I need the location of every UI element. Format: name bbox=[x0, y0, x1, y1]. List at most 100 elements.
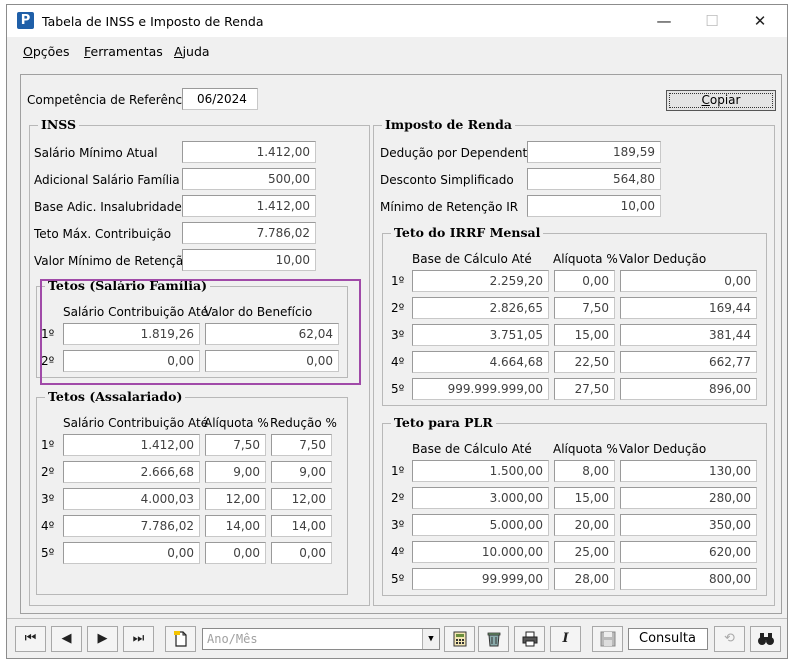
close-button[interactable]: ✕ bbox=[737, 5, 783, 37]
plr-aliquota-field[interactable]: 8,00 bbox=[554, 460, 615, 482]
assalariado-reducao-field[interactable]: 12,00 bbox=[271, 488, 332, 510]
highlight-frame bbox=[40, 279, 361, 385]
irrf-deducao-field[interactable]: 0,00 bbox=[620, 270, 757, 292]
irrf-deducao-field[interactable]: 662,77 bbox=[620, 351, 757, 373]
plr-base-field[interactable]: 5.000,00 bbox=[412, 514, 549, 536]
assalariado-aliquota-field[interactable]: 7,50 bbox=[205, 434, 266, 456]
save-button[interactable] bbox=[592, 626, 623, 652]
irrf-deducao-field[interactable]: 896,00 bbox=[620, 378, 757, 400]
assalariado-reducao-field[interactable]: 9,00 bbox=[271, 461, 332, 483]
plr-base-field[interactable]: 3.000,00 bbox=[412, 487, 549, 509]
imposto-renda-group: Imposto de Renda Dedução por Dependente … bbox=[373, 117, 775, 606]
assalariado-aliquota-field[interactable]: 14,00 bbox=[205, 515, 266, 537]
last-record-button[interactable]: ⏭ bbox=[123, 626, 154, 652]
menu-ferramentas[interactable]: Ferramentas bbox=[84, 44, 163, 59]
assalariado-aliquota-field[interactable]: 12,00 bbox=[205, 488, 266, 510]
inss-field[interactable]: 500,00 bbox=[182, 168, 316, 190]
assalariado-aliquota-field[interactable]: 0,00 bbox=[205, 542, 266, 564]
ir-field[interactable]: 10,00 bbox=[527, 195, 661, 217]
tetos-assalariado-title: Tetos (Assalariado) bbox=[45, 389, 186, 404]
imposto-renda-title: Imposto de Renda bbox=[382, 117, 515, 132]
search-button[interactable] bbox=[750, 626, 781, 652]
irrf-deducao-field[interactable]: 169,44 bbox=[620, 297, 757, 319]
inss-field[interactable]: 1.412,00 bbox=[182, 195, 316, 217]
assalariado-salario-field[interactable]: 2.666,68 bbox=[63, 461, 200, 483]
calculator-button[interactable] bbox=[444, 626, 475, 652]
irrf-deducao-field[interactable]: 381,44 bbox=[620, 324, 757, 346]
tetos-assalariado-group: Tetos (Assalariado) Salário Contribuição… bbox=[36, 389, 348, 595]
irrf-aliquota-field[interactable]: 22,50 bbox=[554, 351, 615, 373]
minimize-button[interactable]: — bbox=[641, 5, 687, 37]
trash-icon bbox=[487, 632, 500, 647]
row-number: 4º bbox=[391, 355, 405, 369]
irrf-aliquota-field[interactable]: 15,00 bbox=[554, 324, 615, 346]
assalariado-salario-field[interactable]: 7.786,02 bbox=[63, 515, 200, 537]
undo-button[interactable]: ⟲ bbox=[714, 626, 745, 652]
inss-field[interactable]: 1.412,00 bbox=[182, 141, 316, 163]
inss-field[interactable]: 10,00 bbox=[182, 249, 316, 271]
prev-record-button[interactable]: ◀ bbox=[51, 626, 82, 652]
row-number: 5º bbox=[41, 546, 55, 560]
irrf-aliquota-field[interactable]: 27,50 bbox=[554, 378, 615, 400]
plr-aliquota-field[interactable]: 15,00 bbox=[554, 487, 615, 509]
periodo-combo[interactable]: Ano/Mês ▼ bbox=[202, 628, 440, 650]
assalariado-salario-field[interactable]: 0,00 bbox=[63, 542, 200, 564]
plr-base-field[interactable]: 99.999,00 bbox=[412, 568, 549, 590]
menu-opcoes[interactable]: Opções bbox=[23, 44, 70, 59]
irrf-aliquota-field[interactable]: 7,50 bbox=[554, 297, 615, 319]
row-number: 3º bbox=[391, 328, 405, 342]
irrf-base-field[interactable]: 2.259,20 bbox=[412, 270, 549, 292]
ir-field[interactable]: 189,59 bbox=[527, 141, 661, 163]
inss-title: INSS bbox=[38, 117, 80, 132]
irrf-base-field[interactable]: 3.751,05 bbox=[412, 324, 549, 346]
ir-field[interactable]: 564,80 bbox=[527, 168, 661, 190]
assalariado-reducao-field[interactable]: 7,50 bbox=[271, 434, 332, 456]
irrf-base-field[interactable]: 4.664,68 bbox=[412, 351, 549, 373]
plr-deducao-field[interactable]: 800,00 bbox=[620, 568, 757, 590]
plr-base-field[interactable]: 10.000,00 bbox=[412, 541, 549, 563]
italic-button[interactable]: I bbox=[550, 626, 581, 652]
inss-label: Salário Mínimo Atual bbox=[34, 146, 158, 160]
competencia-field[interactable]: 06/2024 bbox=[182, 88, 258, 110]
plr-aliquota-field[interactable]: 25,00 bbox=[554, 541, 615, 563]
plr-aliquota-field[interactable]: 20,00 bbox=[554, 514, 615, 536]
row-number: 4º bbox=[391, 545, 405, 559]
delete-button[interactable] bbox=[478, 626, 509, 652]
chevron-down-icon[interactable]: ▼ bbox=[422, 629, 439, 649]
new-document-icon bbox=[173, 631, 187, 647]
inss-field[interactable]: 7.786,02 bbox=[182, 222, 316, 244]
column-header: Alíquota % bbox=[553, 252, 618, 266]
save-icon bbox=[600, 631, 615, 647]
first-record-button[interactable]: ⏮ bbox=[15, 626, 46, 652]
print-button[interactable] bbox=[514, 626, 545, 652]
new-record-button[interactable] bbox=[165, 626, 196, 652]
column-header: Valor Dedução bbox=[619, 252, 707, 266]
plr-deducao-field[interactable]: 350,00 bbox=[620, 514, 757, 536]
irrf-base-field[interactable]: 2.826,65 bbox=[412, 297, 549, 319]
row-number: 2º bbox=[391, 491, 405, 505]
assalariado-aliquota-field[interactable]: 9,00 bbox=[205, 461, 266, 483]
title-bar: P Tabela de INSS e Imposto de Renda — ☐ … bbox=[7, 5, 787, 37]
maximize-button[interactable]: ☐ bbox=[689, 5, 735, 37]
main-window: P Tabela de INSS e Imposto de Renda — ☐ … bbox=[6, 4, 788, 659]
next-record-button[interactable]: ▶ bbox=[87, 626, 118, 652]
column-header: Base de Cálculo Até bbox=[412, 252, 532, 266]
column-header: Base de Cálculo Até bbox=[412, 442, 532, 456]
italic-icon: I bbox=[562, 631, 569, 646]
plr-deducao-field[interactable]: 280,00 bbox=[620, 487, 757, 509]
assalariado-reducao-field[interactable]: 14,00 bbox=[271, 515, 332, 537]
irrf-aliquota-field[interactable]: 0,00 bbox=[554, 270, 615, 292]
plr-deducao-field[interactable]: 620,00 bbox=[620, 541, 757, 563]
binoculars-icon bbox=[757, 633, 774, 645]
irrf-base-field[interactable]: 999.999.999,00 bbox=[412, 378, 549, 400]
assalariado-salario-field[interactable]: 4.000,03 bbox=[63, 488, 200, 510]
assalariado-reducao-field[interactable]: 0,00 bbox=[271, 542, 332, 564]
plr-base-field[interactable]: 1.500,00 bbox=[412, 460, 549, 482]
plr-aliquota-field[interactable]: 28,00 bbox=[554, 568, 615, 590]
assalariado-salario-field[interactable]: 1.412,00 bbox=[63, 434, 200, 456]
plr-deducao-field[interactable]: 130,00 bbox=[620, 460, 757, 482]
row-number: 1º bbox=[391, 464, 405, 478]
copy-button[interactable]: Copiar bbox=[666, 90, 776, 111]
row-number: 5º bbox=[391, 382, 405, 396]
menu-ajuda[interactable]: Ajuda bbox=[174, 44, 210, 59]
